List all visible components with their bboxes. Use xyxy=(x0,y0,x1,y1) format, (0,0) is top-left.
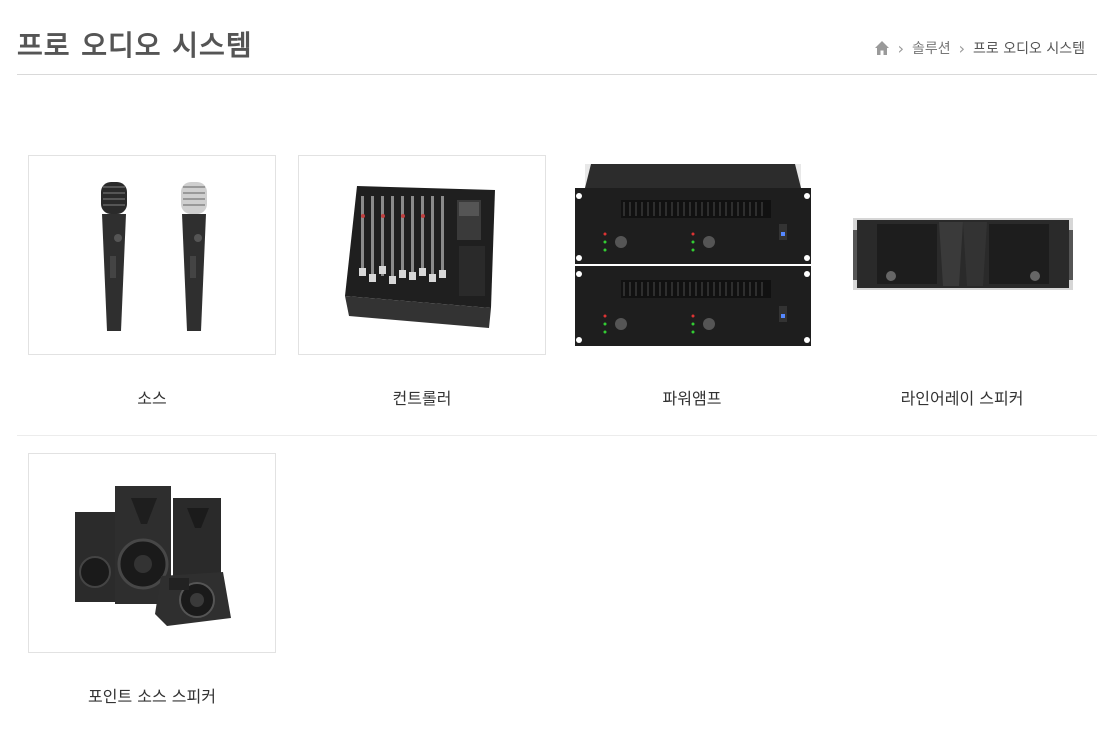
chevron-right-icon: › xyxy=(897,38,904,58)
product-card-controller[interactable]: 컨트롤러 xyxy=(298,155,546,408)
product-label[interactable]: 파워앰프 xyxy=(568,385,816,409)
product-image-microphones[interactable] xyxy=(28,155,276,355)
product-image-point-source-speakers[interactable] xyxy=(28,453,276,653)
breadcrumb-item-current[interactable]: 프로 오디오 시스템 xyxy=(973,38,1085,58)
breadcrumb: › 솔루션 › 프로 오디오 시스템 xyxy=(874,38,1085,58)
product-image-mixing-console[interactable] xyxy=(298,155,546,355)
product-label[interactable]: 라인어레이 스피커 xyxy=(838,385,1086,409)
page-header: 프로 오디오 시스템 › 솔루션 › 프로 오디오 시스템 xyxy=(17,0,1097,75)
product-label[interactable]: 컨트롤러 xyxy=(298,385,546,409)
product-label[interactable]: 소스 xyxy=(28,385,276,409)
product-label[interactable]: 포인트 소스 스피커 xyxy=(28,683,276,707)
product-image-line-array-speaker[interactable] xyxy=(838,155,1086,355)
chevron-right-icon: › xyxy=(958,38,966,58)
product-row: 포인트 소스 스피커 xyxy=(17,453,1097,723)
product-card-line-array[interactable]: 라인어레이 스피커 xyxy=(838,155,1086,408)
product-card-power-amp[interactable]: 파워앰프 xyxy=(568,155,816,408)
home-icon[interactable] xyxy=(874,40,890,56)
page-title: 프로 오디오 시스템 xyxy=(17,29,253,62)
breadcrumb-item-solutions[interactable]: 솔루션 xyxy=(912,38,951,58)
product-image-power-amplifiers[interactable] xyxy=(568,155,816,355)
product-row: 소스 컨트롤러 파워앰프 라인어레이 스피커 xyxy=(17,155,1097,436)
product-card-point-source[interactable]: 포인트 소스 스피커 xyxy=(28,453,276,706)
product-card-source[interactable]: 소스 xyxy=(28,155,276,408)
